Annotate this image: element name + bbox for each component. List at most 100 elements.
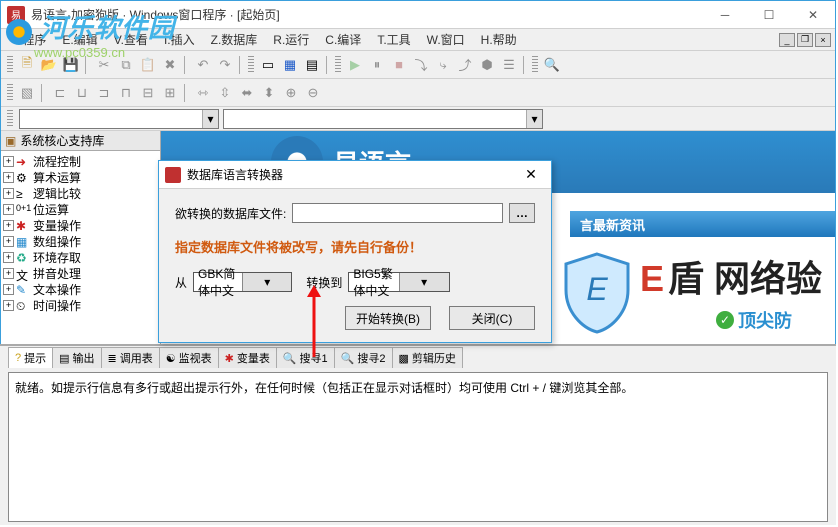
align-6-icon[interactable]: ⊞ [160,83,180,103]
titlebar: 易 易语言·加密狗版 · Windows窗口程序 · [起始页] ─ ☐ ✕ [1,1,835,29]
copy-icon[interactable]: ⧉ [116,55,136,75]
event-combo[interactable]: ▾ [223,109,543,129]
tab-watch[interactable]: ☯监视表 [159,347,219,368]
menu-database[interactable]: Z.数据库 [203,29,266,50]
clip-icon: ▩ [399,352,409,365]
breakpoint-icon[interactable]: ⬢ [477,55,497,75]
dist-v-icon[interactable]: ⇳ [215,83,235,103]
delete-icon[interactable]: ✖ [160,55,180,75]
bookmark-icon[interactable]: ☰ [499,55,519,75]
same-h-icon[interactable]: ⬍ [259,83,279,103]
tab-search2[interactable]: 🔍搜寻2 [334,347,393,368]
arrow-icon: ➜ [16,155,31,168]
dist-h-icon[interactable]: ⇿ [193,83,213,103]
mdi-restore-button[interactable]: ❐ [797,33,813,47]
cut-icon[interactable]: ✂ [94,55,114,75]
expand-icon[interactable]: + [3,188,14,199]
undo-icon[interactable]: ↶ [193,55,213,75]
window-title: 易语言·加密狗版 · Windows窗口程序 · [起始页] [31,6,703,23]
menu-tools[interactable]: T.工具 [369,29,418,50]
tree-item[interactable]: 变量操作 [33,217,81,234]
expand-icon[interactable]: + [3,300,14,311]
open-file-icon[interactable]: 📂 [39,55,59,75]
tree-item[interactable]: 时间操作 [33,297,81,314]
tree-item[interactable]: 数组操作 [33,233,81,250]
expand-icon[interactable]: + [3,204,14,215]
tree-item[interactable]: 文本操作 [33,281,81,298]
align-left-icon[interactable]: ▧ [17,83,37,103]
same-w-icon[interactable]: ⬌ [237,83,257,103]
tree-item[interactable]: 算术运算 [33,169,81,186]
tab-tips[interactable]: ?提示 [8,347,53,368]
tree-item[interactable]: 拼音处理 [33,265,81,282]
tree-item[interactable]: 逻辑比较 [33,185,81,202]
minimize-button[interactable]: ─ [703,1,747,29]
center-v-icon[interactable]: ⊖ [303,83,323,103]
tab-search1[interactable]: 🔍搜寻1 [276,347,335,368]
menu-compile[interactable]: C.编译 [317,29,369,50]
object-combo[interactable]: ▾ [19,109,219,129]
expand-icon[interactable]: + [3,268,14,279]
align-4-icon[interactable]: ⊓ [116,83,136,103]
expand-icon[interactable]: + [3,252,14,263]
menu-program[interactable]: F.程序 [5,29,54,50]
library-panel-title: ▣ 系统核心支持库 [1,131,160,151]
start-convert-button[interactable]: 开始转换(B) [345,306,431,330]
new-file-icon[interactable]: 🗎 [17,55,37,75]
save-file-icon[interactable]: 💾 [61,55,81,75]
panel-toggle-icon[interactable]: ▭ [258,55,278,75]
close-button[interactable]: ✕ [791,1,835,29]
tree-item[interactable]: 位运算 [33,201,69,218]
expand-icon[interactable]: + [3,220,14,231]
stop-icon[interactable]: ■ [389,55,409,75]
bit-icon: 0+1 [16,203,31,216]
tab-output[interactable]: ▤输出 [52,347,101,368]
tree-item[interactable]: 流程控制 [33,153,81,170]
tab-vars[interactable]: ✱变量表 [218,347,277,368]
browse-button[interactable]: … [509,203,535,223]
step-over-icon[interactable]: ⤵ [411,55,431,75]
from-encoding-select[interactable]: GBK简体中文 ▾ [193,272,292,292]
menu-insert[interactable]: I.插入 [156,29,203,50]
expand-icon[interactable]: + [3,284,14,295]
mdi-close-button[interactable]: × [815,33,831,47]
align-5-icon[interactable]: ⊟ [138,83,158,103]
dialog-title: 数据库语言转换器 [187,166,517,183]
output-icon: ▤ [59,352,69,365]
panel-toggle2-icon[interactable]: ▦ [280,55,300,75]
run-icon[interactable]: ▶ [345,55,365,75]
paste-icon[interactable]: 📋 [138,55,158,75]
step-into-icon[interactable]: ⤷ [433,55,453,75]
tree-item[interactable]: 环境存取 [33,249,81,266]
close-dialog-button[interactable]: 关闭(C) [449,306,535,330]
align-2-icon[interactable]: ⊔ [72,83,92,103]
app-icon: 易 [7,6,25,24]
find-icon[interactable]: 🔍 [542,55,562,75]
redo-icon[interactable]: ↷ [215,55,235,75]
to-encoding-select[interactable]: BIG5繁体中文 ▾ [348,272,449,292]
tab-calls[interactable]: ≣调用表 [101,347,160,368]
menu-run[interactable]: R.运行 [265,29,317,50]
file-path-input[interactable] [292,203,503,223]
dialog-titlebar[interactable]: 数据库语言转换器 ✕ [159,161,551,189]
toolbar-separator [523,56,528,74]
align-1-icon[interactable]: ⊏ [50,83,70,103]
dialog-app-icon [165,167,181,183]
menu-edit[interactable]: E.编辑 [54,29,105,50]
mdi-minimize-button[interactable]: _ [779,33,795,47]
expand-icon[interactable]: + [3,156,14,167]
pause-icon[interactable]: ⏸ [367,55,387,75]
expand-icon[interactable]: + [3,172,14,183]
menu-help[interactable]: H.帮助 [473,29,525,50]
output-textbox[interactable]: 就绪。如提示行信息有多行或超出提示行外，在任何时候（包括正在显示对话框时）均可使… [8,372,828,522]
menu-view[interactable]: V.查看 [106,29,156,50]
align-3-icon[interactable]: ⊐ [94,83,114,103]
tab-cliphistory[interactable]: ▩剪辑历史 [392,347,463,368]
maximize-button[interactable]: ☐ [747,1,791,29]
expand-icon[interactable]: + [3,236,14,247]
panel-toggle3-icon[interactable]: ▤ [302,55,322,75]
dialog-close-button[interactable]: ✕ [517,164,545,186]
step-out-icon[interactable]: ⤴ [455,55,475,75]
center-h-icon[interactable]: ⊕ [281,83,301,103]
menu-window[interactable]: W.窗口 [419,29,473,50]
